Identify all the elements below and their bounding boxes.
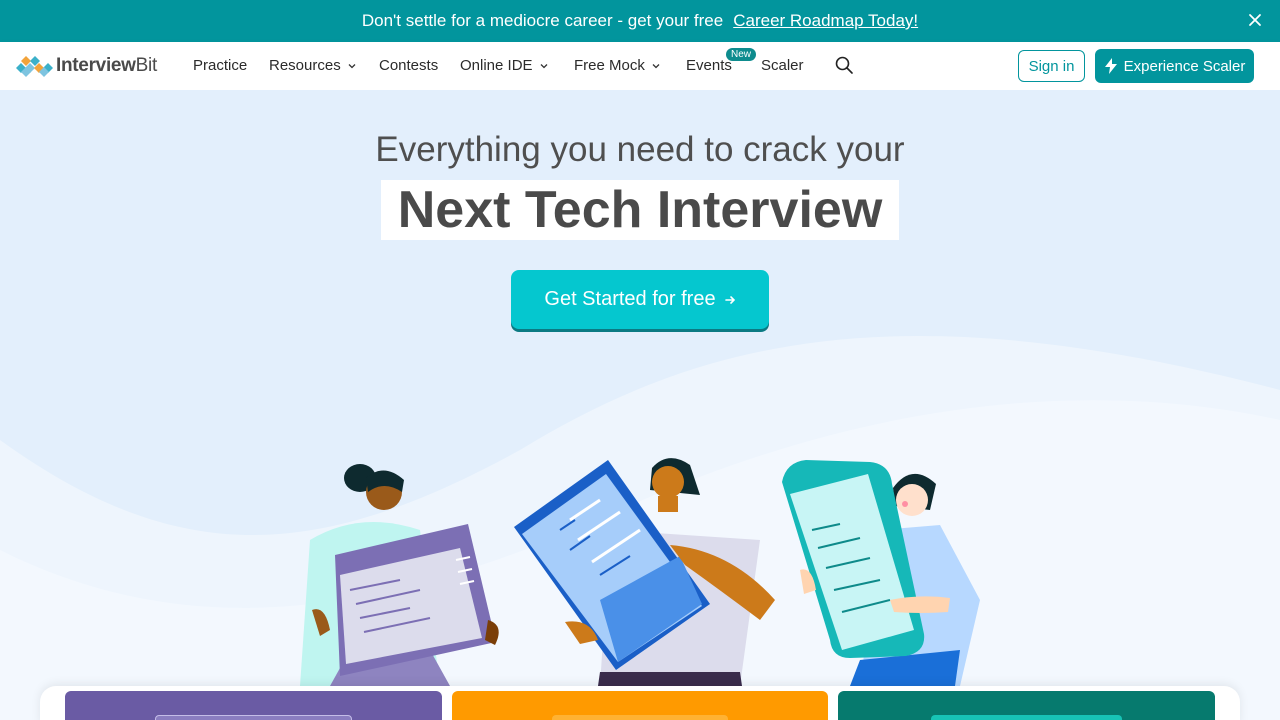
nav-scaler-label: Scaler (761, 57, 804, 74)
get-started-button[interactable]: Get Started for free (511, 270, 769, 329)
interviewbit-logo[interactable]: InterviewBit (16, 54, 157, 78)
logo-text: InterviewBit (56, 55, 157, 76)
feature-card-2[interactable] (452, 691, 828, 720)
hero-illustration (300, 458, 980, 686)
nav-free-mock[interactable]: Free Mock (574, 57, 661, 74)
career-roadmap-link[interactable]: Career Roadmap Today! (733, 11, 918, 31)
logo-diamonds-icon (16, 56, 53, 77)
experience-scaler-label: Experience Scaler (1123, 57, 1246, 75)
nav-resources-label: Resources (269, 57, 341, 74)
nav-online-ide[interactable]: Online IDE (460, 57, 549, 74)
navbar: InterviewBit Practice Resources Contests… (0, 42, 1280, 90)
feature-card-1-inner (155, 715, 352, 720)
nav-practice[interactable]: Practice (193, 57, 247, 74)
nav-free-mock-label: Free Mock (574, 57, 645, 74)
hero-title: Next Tech Interview (381, 180, 899, 240)
chevron-down-icon (540, 63, 548, 68)
banner-text: Don't settle for a mediocre career - get… (361, 11, 724, 30)
nav-events-label: Events (686, 57, 732, 74)
chevron-down-icon (348, 63, 356, 68)
person-center-illustration (514, 458, 775, 686)
promo-banner: Don't settle for a mediocre career - get… (0, 0, 1280, 42)
feature-card-2-inner (552, 715, 728, 720)
nav-resources[interactable]: Resources (269, 57, 357, 74)
arrow-right-icon (724, 295, 735, 304)
new-badge: New (726, 48, 757, 61)
sign-in-button[interactable]: Sign in (1018, 50, 1085, 82)
hero-headline: Everything you need to crack your (375, 130, 905, 169)
person-right-illustration (782, 460, 980, 686)
feature-card-3[interactable] (838, 691, 1215, 720)
nav-contests-label: Contests (379, 57, 439, 74)
person-left-illustration (300, 464, 499, 686)
search-icon[interactable] (834, 55, 854, 75)
lightning-icon (1104, 58, 1117, 74)
nav-practice-label: Practice (193, 57, 248, 74)
nav-contests[interactable]: Contests (379, 57, 438, 74)
close-icon[interactable] (1246, 11, 1264, 29)
nav-scaler[interactable]: Scaler (761, 57, 804, 74)
experience-scaler-button[interactable]: Experience Scaler (1095, 49, 1254, 83)
feature-card-3-inner (931, 715, 1122, 720)
chevron-down-icon (652, 63, 660, 68)
nav-online-ide-label: Online IDE (460, 57, 533, 74)
feature-card-1[interactable] (65, 691, 442, 720)
get-started-label: Get Started for free (544, 288, 716, 310)
nav-events[interactable]: Events (686, 57, 732, 74)
